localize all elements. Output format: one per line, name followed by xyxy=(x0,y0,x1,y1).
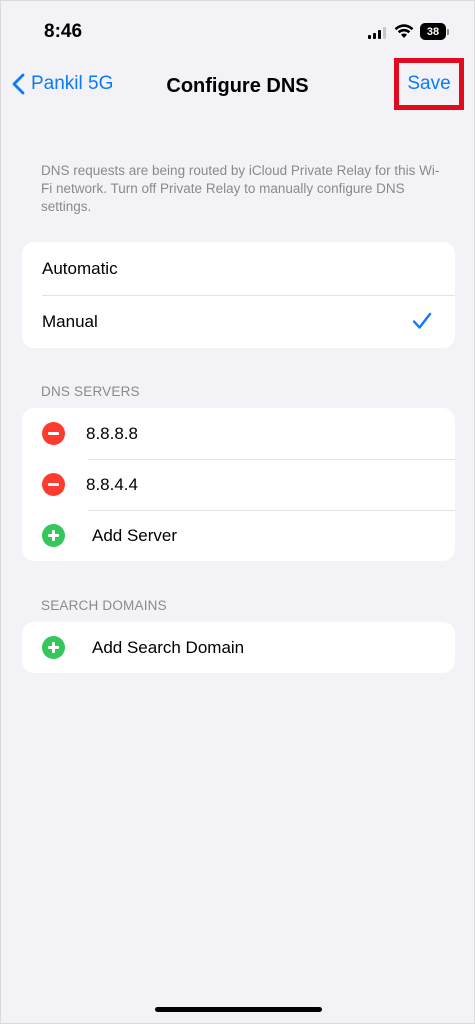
search-domains-header: SEARCH DOMAINS xyxy=(41,598,167,613)
mode-option-label: Manual xyxy=(42,311,98,331)
home-indicator[interactable] xyxy=(155,1007,322,1012)
mode-option-automatic[interactable]: Automatic xyxy=(22,242,455,295)
add-server-label: Add Server xyxy=(92,525,178,545)
dns-server-row: 8.8.4.4 xyxy=(22,459,455,510)
add-search-domain-label: Add Search Domain xyxy=(92,637,245,657)
dns-mode-group: Automatic Manual xyxy=(22,242,455,348)
battery-level: 38 xyxy=(420,23,446,40)
dns-servers-group: 8.8.8.8 8.8.4.4 Add Server xyxy=(22,408,455,561)
save-highlight-box: Save xyxy=(394,58,464,110)
navigation-bar: Pankil 5G Configure DNS Save xyxy=(1,58,474,113)
add-circle-icon xyxy=(42,636,65,659)
dns-server-row: 8.8.8.8 xyxy=(22,408,455,459)
mode-option-label: Automatic xyxy=(42,258,118,278)
add-server-button[interactable]: Add Server xyxy=(22,510,455,561)
search-domains-group: Add Search Domain xyxy=(22,622,455,673)
private-relay-notice: DNS requests are being routed by iCloud … xyxy=(41,163,440,214)
status-time: 8:46 xyxy=(44,21,83,42)
dns-server-address[interactable]: 8.8.4.4 xyxy=(86,475,138,495)
remove-circle-icon[interactable] xyxy=(42,473,65,496)
checkmark-icon xyxy=(412,312,432,329)
add-search-domain-button[interactable]: Add Search Domain xyxy=(22,622,455,673)
cellular-signal-icon xyxy=(368,26,388,39)
status-bar: 8:46 38 xyxy=(1,1,474,61)
mode-option-manual[interactable]: Manual xyxy=(22,295,455,348)
dns-server-address[interactable]: 8.8.8.8 xyxy=(86,424,138,444)
wifi-icon xyxy=(394,24,414,38)
save-button[interactable]: Save xyxy=(407,73,450,95)
battery-icon: 38 xyxy=(420,23,450,40)
add-circle-icon xyxy=(42,524,65,547)
dns-servers-header: DNS SERVERS xyxy=(41,384,140,399)
remove-circle-icon[interactable] xyxy=(42,422,65,445)
